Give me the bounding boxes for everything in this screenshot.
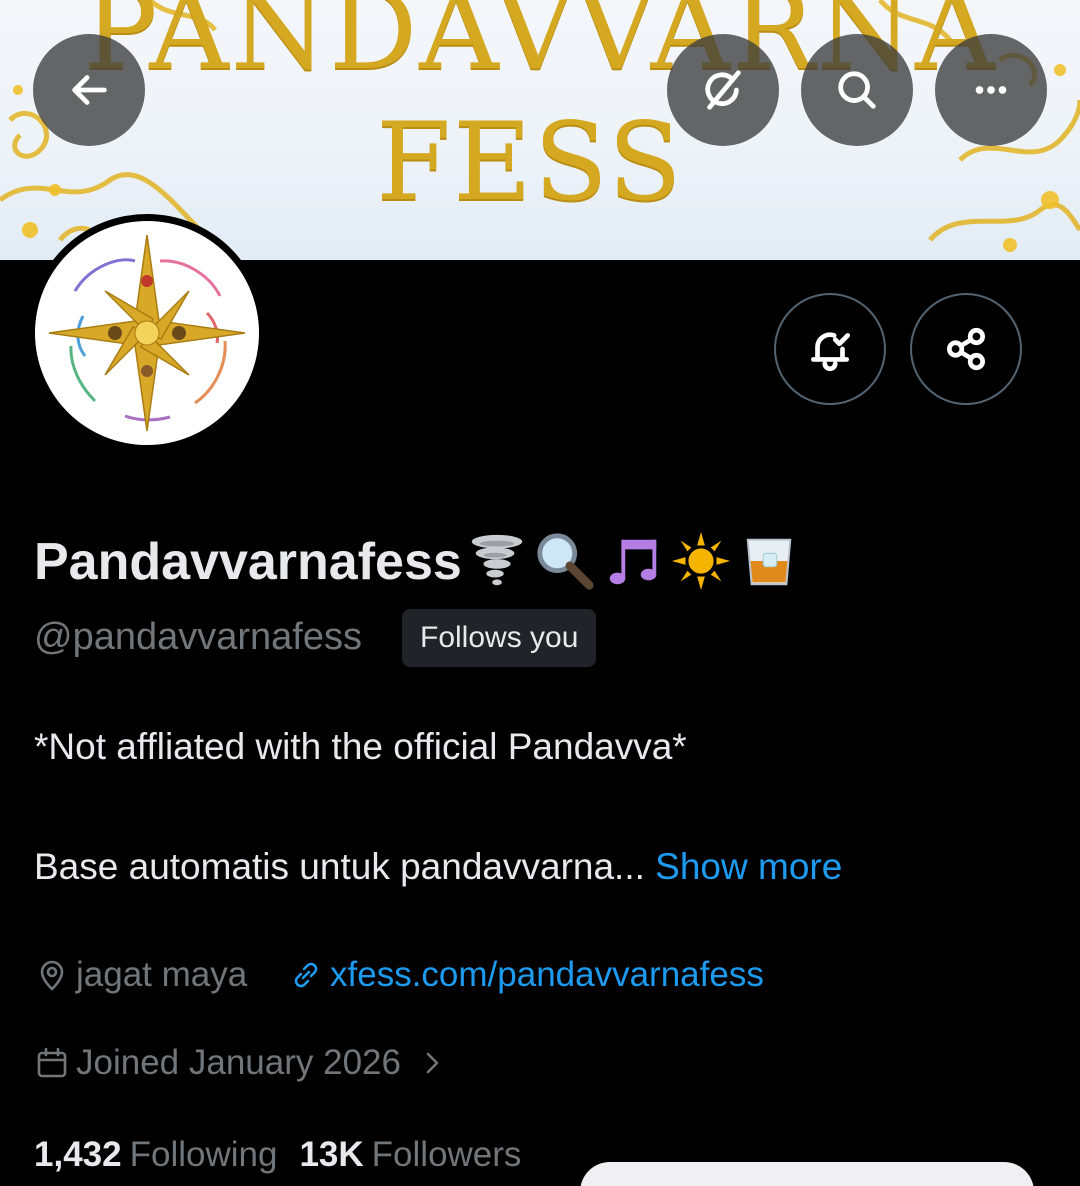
bio-line-1: *Not affliated with the official Pandavv… <box>34 726 687 767</box>
back-button[interactable] <box>33 34 145 146</box>
link-icon <box>294 962 318 988</box>
joined-text: Joined January 2026 <box>76 1043 401 1082</box>
banner-title-bottom: FESS <box>376 100 684 225</box>
follow-stats: 1,432 Following 13K Followers <box>34 1135 543 1175</box>
followers-link[interactable]: 13K Followers <box>299 1135 543 1174</box>
bio-line-2-text: Base automatis untuk pandavvarna... <box>34 846 645 887</box>
bell-check-icon <box>810 332 851 372</box>
website-link[interactable]: xfess.com/pandavvarnafess <box>288 955 764 995</box>
following-count: 1,432 <box>34 1135 122 1174</box>
location: jagat maya <box>34 955 247 995</box>
share-button[interactable] <box>910 293 1022 405</box>
magnifier-icon <box>537 533 594 590</box>
following-label: Following <box>129 1135 278 1174</box>
avatar[interactable] <box>28 214 266 452</box>
search-button[interactable] <box>801 34 913 146</box>
chevron-right-icon <box>426 1052 439 1074</box>
joined-date[interactable]: Joined January 2026 <box>34 1043 457 1083</box>
avatar-compass-logo <box>48 234 246 432</box>
show-more-link[interactable]: Show more <box>655 846 842 887</box>
music-notes-icon <box>609 539 657 585</box>
handle: @pandavvarnafess <box>34 616 362 658</box>
follows-you-badge: Follows you <box>402 609 597 667</box>
grok-icon <box>705 70 741 110</box>
website-text[interactable]: xfess.com/pandavvarnafess <box>330 955 764 995</box>
display-name-text: Pandavvarnafess <box>34 533 462 591</box>
search-icon <box>838 71 876 109</box>
more-horizontal-icon <box>975 86 1007 94</box>
location-pin-icon <box>40 960 64 991</box>
arrow-left-icon <box>72 75 107 105</box>
grok-button[interactable] <box>667 34 779 146</box>
display-name: Pandavvarnafess <box>34 532 800 596</box>
banner-title-top: PANDAVVARNA <box>83 0 997 94</box>
share-icon <box>946 327 986 371</box>
name-emojis <box>466 530 800 592</box>
more-button[interactable] <box>935 34 1047 146</box>
sun-icon <box>671 532 730 591</box>
floating-panel-peek[interactable] <box>580 1162 1034 1186</box>
followers-label: Followers <box>371 1135 522 1174</box>
tornado-icon <box>471 535 522 586</box>
tumbler-glass-icon <box>746 538 792 586</box>
calendar-icon <box>37 1047 67 1078</box>
followers-count: 13K <box>299 1135 364 1174</box>
bio-line-2: Base automatis untuk pandavvarna... Show… <box>34 846 842 888</box>
notifications-button[interactable] <box>774 293 886 405</box>
location-text: jagat maya <box>76 955 248 994</box>
following-link[interactable]: 1,432 Following <box>34 1135 299 1174</box>
